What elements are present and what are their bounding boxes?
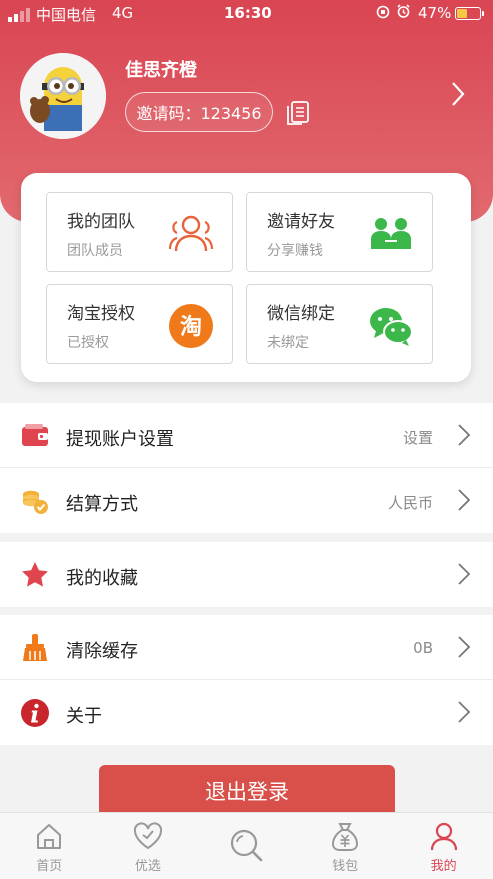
heart-icon xyxy=(133,822,162,850)
tile-title: 淘宝授权 xyxy=(67,304,135,324)
status-time: 16:30 xyxy=(224,4,272,22)
tile-title: 邀请好友 xyxy=(267,212,335,232)
clear-cache-row[interactable]: 清除缓存 0B xyxy=(0,615,493,680)
tab-label: 优选 xyxy=(134,859,161,874)
favorites-group: 我的收藏 xyxy=(0,542,493,607)
tab-label: 首页 xyxy=(36,859,63,874)
tile-title: 我的团队 xyxy=(67,212,135,232)
battery-percent: 47% xyxy=(418,4,452,22)
wallet-icon xyxy=(22,424,48,446)
logout-label: 退出登录 xyxy=(205,780,289,804)
copy-icon[interactable] xyxy=(286,100,310,130)
logout-button[interactable]: 退出登录 xyxy=(99,765,395,817)
tile-subtitle: 已授权 xyxy=(67,335,109,351)
row-value: 设置 xyxy=(402,429,433,447)
chevron-right-icon xyxy=(458,636,471,658)
wechat-icon xyxy=(370,308,413,346)
coins-icon xyxy=(23,490,48,514)
tab-label: 我的 xyxy=(430,859,457,874)
tile-subtitle: 分享赚钱 xyxy=(267,243,323,259)
info-icon xyxy=(21,699,49,727)
orientation-lock-icon xyxy=(376,5,390,18)
star-icon xyxy=(22,562,48,587)
team-icon xyxy=(168,215,214,252)
settlement-method-row[interactable]: 结算方式 人民币 xyxy=(0,468,493,533)
tab-home[interactable]: 首页 xyxy=(0,813,99,879)
chevron-right-icon xyxy=(458,563,471,585)
favorites-row[interactable]: 我的收藏 xyxy=(0,542,493,607)
my-team-tile[interactable]: 我的团队 团队成员 xyxy=(46,192,233,272)
battery-icon xyxy=(455,7,484,20)
chevron-right-icon[interactable] xyxy=(450,80,466,112)
home-icon xyxy=(37,824,62,849)
quick-actions-card: 我的团队 团队成员 邀请好友 分享赚钱 淘宝授权 已授权 淘 微信绑定 未绑定 xyxy=(21,173,471,382)
taobao-glyph: 淘 xyxy=(180,314,202,340)
taobao-auth-tile[interactable]: 淘宝授权 已授权 淘 xyxy=(46,284,233,364)
system-settings-group: 清除缓存 0B 关于 xyxy=(0,615,493,745)
tile-subtitle: 团队成员 xyxy=(67,243,123,259)
wechat-bind-tile[interactable]: 微信绑定 未绑定 xyxy=(246,284,433,364)
minion-avatar-image xyxy=(20,53,106,139)
status-bar: 中国电信 4G 16:30 47% xyxy=(0,0,493,28)
username: 佳思齐橙 xyxy=(125,60,197,81)
chevron-right-icon xyxy=(458,424,471,446)
tile-subtitle: 未绑定 xyxy=(267,335,309,351)
row-value: 人民币 xyxy=(387,494,433,512)
friends-icon xyxy=(371,218,411,249)
row-label: 关于 xyxy=(66,706,102,727)
tab-search[interactable] xyxy=(197,813,296,879)
about-row[interactable]: 关于 xyxy=(0,680,493,745)
tile-title: 微信绑定 xyxy=(267,304,335,324)
tab-label: 钱包 xyxy=(332,859,359,874)
taobao-icon: 淘 xyxy=(169,304,213,348)
tab-mine[interactable]: 我的 xyxy=(394,813,493,879)
network-type: 4G xyxy=(112,4,134,22)
tab-wallet[interactable]: 钱包 xyxy=(296,813,395,879)
row-label: 我的收藏 xyxy=(66,568,138,589)
bottom-tab-bar: 首页 优选 钱包 我的 xyxy=(0,812,493,879)
invite-code-text: 邀请码：123456 xyxy=(136,104,262,123)
row-label: 清除缓存 xyxy=(66,641,138,662)
row-label: 结算方式 xyxy=(66,494,138,515)
money-bag-icon xyxy=(332,823,359,851)
search-icon xyxy=(231,829,263,862)
tab-featured[interactable]: 优选 xyxy=(99,813,198,879)
account-settings-group: 提现账户设置 设置 结算方式 人民币 xyxy=(0,403,493,533)
signal-strength-icon xyxy=(8,8,30,22)
carrier-name: 中国电信 xyxy=(36,6,97,24)
invite-code-badge[interactable]: 邀请码：123456 xyxy=(125,92,273,132)
row-value: 0B xyxy=(413,639,433,657)
alarm-icon xyxy=(397,4,410,18)
broom-icon xyxy=(23,634,47,661)
avatar[interactable] xyxy=(20,53,106,139)
invite-friends-tile[interactable]: 邀请好友 分享赚钱 xyxy=(246,192,433,272)
chevron-right-icon xyxy=(458,701,471,723)
row-label: 提现账户设置 xyxy=(66,429,174,450)
withdraw-account-row[interactable]: 提现账户设置 设置 xyxy=(0,403,493,468)
user-icon xyxy=(430,822,457,851)
chevron-right-icon xyxy=(458,489,471,511)
